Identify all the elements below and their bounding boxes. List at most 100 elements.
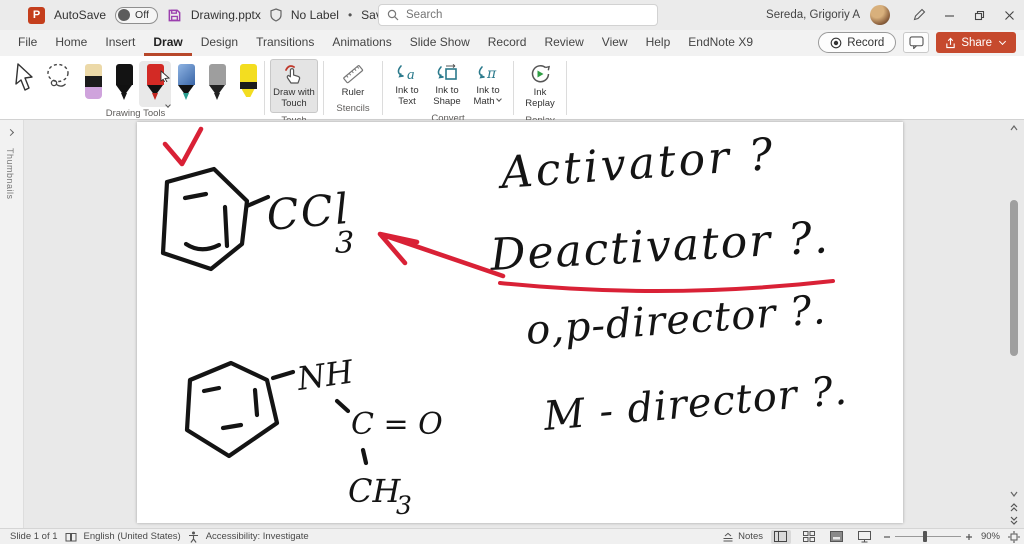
scrollbar-thumb[interactable] xyxy=(1010,200,1018,356)
ink-to-text-button[interactable]: a Ink to Text xyxy=(388,59,426,111)
ribbon-tabs-row: File Home Insert Draw Design Transitions… xyxy=(0,30,1024,56)
tab-home[interactable]: Home xyxy=(46,30,96,56)
accessibility-status[interactable]: Accessibility: Investigate xyxy=(206,531,309,542)
ink-to-shape-label: Ink to Shape xyxy=(433,85,461,108)
autosave-state: Off xyxy=(135,9,149,21)
lasso-select-tool[interactable] xyxy=(45,62,73,92)
separator-dot: • xyxy=(347,8,353,22)
slide-sorter-icon xyxy=(802,531,815,542)
tab-review[interactable]: Review xyxy=(535,30,592,56)
slide-indicator[interactable]: Slide 1 of 1 xyxy=(10,531,58,542)
tab-transitions[interactable]: Transitions xyxy=(247,30,323,56)
search-input[interactable] xyxy=(406,9,626,21)
save-icon[interactable] xyxy=(167,8,182,23)
ink-to-shape-button[interactable]: Ink to Shape xyxy=(428,59,466,111)
tab-insert[interactable]: Insert xyxy=(96,30,144,56)
previous-slide-button[interactable] xyxy=(1007,501,1021,513)
double-chevron-up-icon xyxy=(1010,502,1018,511)
slide-sorter-view-button[interactable] xyxy=(799,530,819,544)
zoom-slider-thumb[interactable] xyxy=(922,531,927,542)
workspace: Thumbnails CCl 3 Activator ? Deactivator… xyxy=(0,120,1024,528)
user-name[interactable]: Sereda, Grigoriy A xyxy=(766,9,860,21)
svg-text:π: π xyxy=(486,66,497,82)
zoom-level[interactable]: 90% xyxy=(981,531,1000,542)
ink-to-math-button[interactable]: π Ink to Math xyxy=(468,59,508,111)
eraser-tool[interactable] xyxy=(82,62,104,106)
ink-to-math-label: Ink to Math xyxy=(473,85,500,108)
ring2-inner-dash-1 xyxy=(201,385,222,394)
tab-file[interactable]: File xyxy=(9,30,46,56)
scroll-up-button[interactable] xyxy=(1007,122,1021,134)
toggle-knob xyxy=(118,9,131,21)
draw-with-touch-button[interactable]: Draw with Touch xyxy=(270,59,318,113)
comments-button[interactable] xyxy=(903,32,930,53)
zoom-in-icon[interactable] xyxy=(965,533,973,541)
ink-replay-button[interactable]: Ink Replay xyxy=(519,59,561,113)
normal-view-icon xyxy=(774,531,788,542)
close-button[interactable] xyxy=(994,0,1024,30)
next-slide-button[interactable] xyxy=(1007,514,1021,526)
language-status[interactable]: English (United States) xyxy=(84,531,181,542)
tab-slide-show[interactable]: Slide Show xyxy=(401,30,479,56)
chevron-down-icon xyxy=(998,37,1007,45)
comment-icon xyxy=(909,36,924,49)
sensitivity-label[interactable]: No Label xyxy=(291,8,339,22)
zoom-out-icon[interactable] xyxy=(883,533,891,541)
ink-pen-mode-button[interactable] xyxy=(904,0,934,30)
powerpoint-app-icon[interactable]: P xyxy=(28,6,45,24)
bond-nh-co xyxy=(334,398,351,414)
slide-show-button[interactable] xyxy=(855,530,875,544)
status-bar: Slide 1 of 1 English (United States) Acc… xyxy=(0,528,1024,544)
vertical-scrollbar[interactable] xyxy=(1007,122,1021,526)
restore-button[interactable] xyxy=(964,0,994,30)
search-box[interactable] xyxy=(378,4,658,26)
group-touch: Draw with Touch Touch xyxy=(270,59,318,126)
title-bar: P AutoSave Off Drawing.pptx No Label • S… xyxy=(0,0,1024,30)
slide: CCl 3 Activator ? Deactivator ?. o,p-dir… xyxy=(137,122,903,523)
zoom-slider[interactable] xyxy=(894,531,961,542)
sensitivity-shield-icon xyxy=(270,8,282,22)
record-button[interactable]: Record xyxy=(818,32,897,53)
reading-view-button[interactable] xyxy=(827,530,847,544)
question-activator: Activator ? xyxy=(495,129,777,199)
yellow-highlighter-tool[interactable] xyxy=(237,62,259,106)
fit-slide-to-window-icon[interactable] xyxy=(1008,530,1020,543)
tab-view[interactable]: View xyxy=(593,30,637,56)
autosave-toggle[interactable]: Off xyxy=(115,6,158,24)
expand-thumbnails-chevron-icon[interactable] xyxy=(6,128,15,137)
share-icon xyxy=(946,37,956,48)
black-pen-tool[interactable] xyxy=(113,62,135,106)
group-drawing-tools: Drawing Tools xyxy=(12,59,259,119)
record-icon xyxy=(830,37,842,48)
file-name[interactable]: Drawing.pptx xyxy=(191,8,261,22)
share-button[interactable]: Share xyxy=(936,32,1016,53)
thumbnails-panel-collapsed[interactable]: Thumbnails xyxy=(0,120,24,528)
slide-ink-canvas[interactable]: CCl 3 Activator ? Deactivator ?. o,p-dir… xyxy=(137,122,903,523)
tab-design[interactable]: Design xyxy=(192,30,247,56)
ruler-button[interactable]: Ruler xyxy=(329,59,377,101)
formula-ch3-sub: 3 xyxy=(396,491,412,520)
normal-view-button[interactable] xyxy=(770,529,791,544)
red-arrow xyxy=(377,231,506,279)
avatar[interactable] xyxy=(870,5,890,25)
ring1-inner-dash-1 xyxy=(182,191,209,201)
handwritten-text: CCl 3 Activator ? Deactivator ?. o,p-dir… xyxy=(265,129,850,520)
tab-draw[interactable]: Draw xyxy=(144,30,192,56)
gray-pencil-tool[interactable] xyxy=(206,62,228,106)
select-tool[interactable] xyxy=(12,62,36,94)
blue-pen-tool[interactable] xyxy=(175,62,197,106)
record-label: Record xyxy=(847,36,885,49)
tab-record[interactable]: Record xyxy=(479,30,536,56)
arrow-down-icon xyxy=(1010,491,1018,497)
red-pen-tool-selected[interactable] xyxy=(139,61,171,108)
tab-help[interactable]: Help xyxy=(637,30,680,56)
tab-animations[interactable]: Animations xyxy=(323,30,400,56)
scroll-down-button[interactable] xyxy=(1007,488,1021,500)
group-label-stencils: Stencils xyxy=(336,103,370,115)
tab-endnote[interactable]: EndNote X9 xyxy=(679,30,762,56)
formula-ccl3-sub: 3 xyxy=(335,226,354,261)
notes-toggle[interactable]: Notes xyxy=(722,531,763,542)
red-checkmark xyxy=(162,126,204,167)
ring2-inner-line xyxy=(252,387,260,418)
minimize-button[interactable] xyxy=(934,0,964,30)
